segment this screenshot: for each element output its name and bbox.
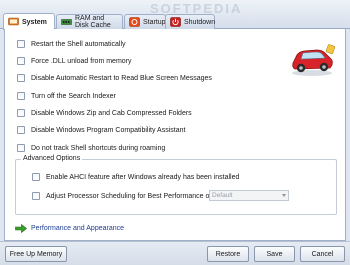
option-compatibility-assistant[interactable]: Disable Windows Program Compatibility As… (17, 125, 185, 135)
checkbox[interactable] (17, 144, 25, 152)
option-shell-shortcuts-roaming[interactable]: Do not track Shell shortcuts during roam… (17, 143, 165, 153)
processor-scheduling-select[interactable]: Default (209, 190, 289, 201)
system-panel: Restart the Shell automatically Force .D… (4, 29, 346, 241)
tab-startup[interactable]: Startup (124, 14, 166, 29)
bottom-bar: Free Up Memory Restore Save Cancel (0, 241, 350, 265)
tab-label: RAM and Disk Cache (75, 15, 111, 29)
checkbox[interactable] (17, 57, 25, 65)
option-zip-cab-folders[interactable]: Disable Windows Zip and Cab Compressed F… (17, 108, 192, 118)
ram-icon (61, 17, 72, 27)
checkbox[interactable] (17, 126, 25, 134)
chevron-down-icon (282, 194, 286, 197)
tab-shutdown[interactable]: Shutdown (165, 14, 215, 29)
option-processor-scheduling[interactable]: Adjust Processor Scheduling for Best Per… (32, 191, 211, 201)
tab-strip: SOFTPEDIA System RAM and Disk Cache Star… (0, 0, 350, 30)
arrow-right-icon (15, 224, 27, 233)
option-restart-shell[interactable]: Restart the Shell automatically (17, 39, 126, 49)
tab-ram-disk-cache[interactable]: RAM and Disk Cache (56, 14, 123, 29)
save-button[interactable]: Save (254, 246, 295, 262)
tab-label: System (22, 18, 47, 26)
checkbox[interactable] (17, 109, 25, 117)
select-value: Default (212, 192, 233, 199)
shutdown-icon (170, 17, 181, 27)
checkbox[interactable] (17, 40, 25, 48)
cancel-button[interactable]: Cancel (300, 246, 345, 262)
tab-label: Shutdown (184, 18, 216, 26)
tab-system[interactable]: System (3, 13, 55, 30)
free-up-memory-button[interactable]: Free Up Memory (5, 246, 67, 262)
checkbox[interactable] (32, 192, 40, 200)
option-force-dll-unload[interactable]: Force .DLL unload from memory (17, 56, 132, 66)
checkbox[interactable] (17, 74, 25, 82)
tab-label: Startup (143, 18, 166, 26)
car-icon (292, 44, 335, 76)
option-search-indexer[interactable]: Turn off the Search Indexer (17, 91, 116, 101)
option-enable-ahci[interactable]: Enable AHCI feature after Windows alread… (32, 172, 239, 182)
performance-appearance-link[interactable]: Performance and Appearance (15, 224, 124, 233)
checkbox[interactable] (32, 173, 40, 181)
advanced-options-group: Advanced Options Enable AHCI feature aft… (15, 155, 337, 215)
option-disable-auto-restart[interactable]: Disable Automatic Restart to Read Blue S… (17, 73, 212, 83)
startup-icon (129, 17, 140, 27)
restore-button[interactable]: Restore (207, 246, 249, 262)
checkbox[interactable] (17, 92, 25, 100)
system-icon (8, 17, 19, 27)
group-title: Advanced Options (21, 155, 83, 162)
